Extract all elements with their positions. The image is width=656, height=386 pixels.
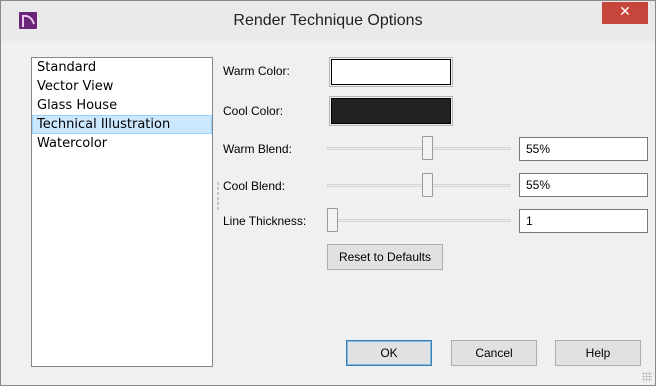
close-button[interactable]: ✕	[602, 2, 648, 24]
cool-blend-input[interactable]: 55%	[519, 173, 648, 197]
line-thickness-input[interactable]: 1	[519, 209, 648, 233]
resize-grip[interactable]	[642, 372, 652, 382]
splitter-handle[interactable]	[217, 181, 219, 211]
slider-thumb[interactable]	[422, 173, 433, 197]
warm-blend-slider[interactable]	[327, 136, 511, 160]
line-thickness-slider[interactable]	[327, 208, 511, 232]
warm-blend-label: Warm Blend:	[223, 142, 292, 156]
slider-track	[327, 219, 511, 222]
slider-thumb[interactable]	[422, 136, 433, 160]
cool-blend-label: Cool Blend:	[223, 179, 286, 193]
close-icon: ✕	[619, 4, 631, 20]
warm-blend-input[interactable]: 55%	[519, 137, 648, 161]
slider-track	[327, 184, 511, 187]
window-title: Render Technique Options	[233, 12, 423, 29]
render-technique-dialog: Render Technique Options ✕ Standard Vect…	[0, 0, 656, 386]
reset-to-defaults-button[interactable]: Reset to Defaults	[327, 244, 443, 270]
cool-color-label: Cool Color:	[223, 104, 284, 118]
cool-blend-slider[interactable]	[327, 173, 511, 197]
line-thickness-label: Line Thickness:	[223, 214, 307, 228]
warm-color-label: Warm Color:	[223, 64, 290, 78]
cool-color-swatch[interactable]	[329, 96, 453, 126]
list-item-vector-view[interactable]: Vector View	[32, 77, 212, 96]
list-item-standard[interactable]: Standard	[32, 58, 212, 77]
ok-button[interactable]: OK	[346, 340, 432, 366]
slider-thumb[interactable]	[327, 208, 338, 232]
title-bar: Render Technique Options ✕	[1, 1, 655, 41]
cancel-button[interactable]: Cancel	[451, 340, 537, 366]
list-item-watercolor[interactable]: Watercolor	[32, 134, 212, 153]
list-item-glass-house[interactable]: Glass House	[32, 96, 212, 115]
list-item-technical-illustration[interactable]: Technical Illustration	[32, 115, 212, 134]
technique-list[interactable]: Standard Vector View Glass House Technic…	[31, 57, 213, 367]
dialog-content: Standard Vector View Glass House Technic…	[9, 41, 648, 379]
warm-color-swatch[interactable]	[329, 57, 453, 87]
slider-track	[327, 147, 511, 150]
help-button[interactable]: Help	[555, 340, 641, 366]
